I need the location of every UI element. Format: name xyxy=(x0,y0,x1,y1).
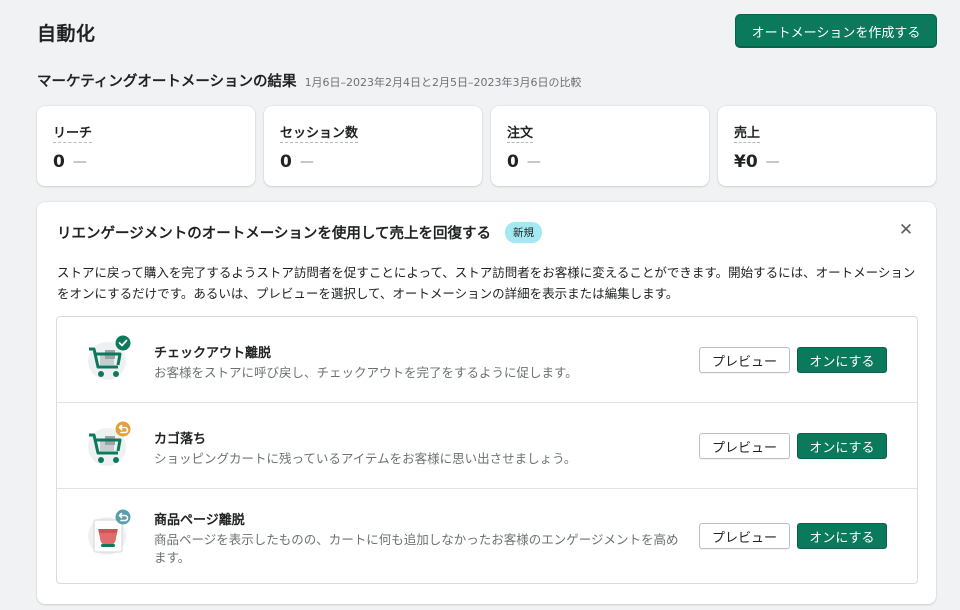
reengagement-header: リエンゲージメントのオートメーションを使用して売上を回復する 新規 xyxy=(57,222,542,243)
automation-description: お客様をストアに呼び戻し、チェックアウトを完了をするように促します。 xyxy=(154,365,578,380)
metric-change: — xyxy=(526,154,541,170)
reengagement-description: ストアに戻って購入を完了するようストア訪問者を促すことによって、ストア訪問者をお… xyxy=(57,265,916,301)
results-title: マーケティングオートメーションの結果 xyxy=(37,74,297,90)
metric-value: 0 xyxy=(53,152,65,172)
cart-check-icon xyxy=(88,335,131,380)
metric-label[interactable]: 売上 xyxy=(734,122,761,143)
automation-row-checkout-abandonment: チェックアウト離脱 お客様をストアに呼び戻し、チェックアウトを完了をするように促… xyxy=(57,317,917,403)
automation-description: ショッピングカートに残っているアイテムをお客様に思い出させましょう。 xyxy=(154,451,577,466)
metric-value: 0 xyxy=(507,152,519,172)
metric-value: 0 xyxy=(280,152,292,172)
automation-title: カゴ落ち xyxy=(154,432,207,447)
results-date-range: 1月6日–2023年2月4日と2月5日–2023年3月6日の比較 xyxy=(304,76,582,89)
reengagement-title: リエンゲージメントのオートメーションを使用して売上を回復する xyxy=(57,226,491,242)
turn-on-button[interactable]: オンにする xyxy=(797,347,887,373)
turn-on-button[interactable]: オンにする xyxy=(797,433,887,459)
create-automation-button[interactable]: オートメーションを作成する xyxy=(735,14,937,48)
metric-change: — xyxy=(72,154,87,170)
automation-description: 商品ページを表示したものの、カートに何も追加しなかったお客様のエンゲージメントを… xyxy=(154,532,679,565)
metric-card-sales: 売上 ¥0 — xyxy=(718,106,936,186)
automation-title: 商品ページ離脱 xyxy=(154,513,245,528)
results-header: マーケティングオートメーションの結果 1月6日–2023年2月4日と2月5日–2… xyxy=(37,70,582,91)
new-badge: 新規 xyxy=(504,222,542,243)
metric-change: — xyxy=(765,154,780,170)
product-page-return-icon xyxy=(88,509,131,555)
preview-button[interactable]: プレビュー xyxy=(699,523,790,549)
close-icon[interactable]: ✕ xyxy=(896,220,916,240)
automation-list: チェックアウト離脱 お客様をストアに呼び戻し、チェックアウトを完了をするように促… xyxy=(56,316,918,584)
automation-title: チェックアウト離脱 xyxy=(154,346,272,361)
metric-label[interactable]: リーチ xyxy=(53,122,93,143)
metric-card-reach: リーチ 0 — xyxy=(37,106,255,186)
page-title: 自動化 xyxy=(37,23,96,45)
preview-button[interactable]: プレビュー xyxy=(699,433,790,459)
metric-label[interactable]: 注文 xyxy=(507,122,534,143)
reengagement-card: リエンゲージメントのオートメーションを使用して売上を回復する 新規 ✕ ストアに… xyxy=(37,202,936,604)
metric-value: ¥0 xyxy=(734,152,758,172)
cart-return-icon xyxy=(88,421,131,466)
preview-button[interactable]: プレビュー xyxy=(699,347,790,373)
automation-row-cart-abandonment: カゴ落ち ショッピングカートに残っているアイテムをお客様に思い出させましょう。 … xyxy=(57,403,917,489)
metric-label[interactable]: セッション数 xyxy=(280,122,359,143)
automation-row-browse-abandonment: 商品ページ離脱 商品ページを表示したものの、カートに何も追加しなかったお客様のエ… xyxy=(57,489,917,583)
metric-card-sessions: セッション数 0 — xyxy=(264,106,482,186)
turn-on-button[interactable]: オンにする xyxy=(797,523,887,549)
metric-card-orders: 注文 0 — xyxy=(491,106,709,186)
metric-change: — xyxy=(299,154,314,170)
